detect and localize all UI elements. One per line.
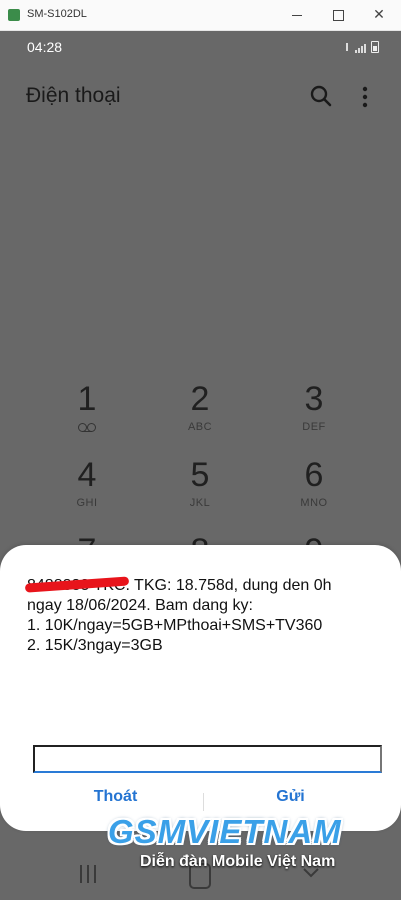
- minimize-button[interactable]: [280, 3, 314, 27]
- key-1[interactable]: 1: [32, 379, 142, 451]
- key-5[interactable]: 5 JKL: [145, 455, 255, 527]
- key-letters: JKL: [189, 497, 211, 509]
- dialog-message: 8488888 TKC. TKG: 18.758d, dung den 0h n…: [27, 576, 382, 656]
- key-number: 2: [190, 380, 210, 418]
- app-title: Điện thoại: [26, 84, 121, 107]
- voicemail-icon: [78, 423, 96, 432]
- key-number: 5: [190, 456, 210, 494]
- redacted-number: 8488888 TKC: [27, 577, 126, 594]
- app-icon: [8, 9, 20, 21]
- battery-icon: [371, 41, 379, 53]
- ussd-dialog: 8488888 TKC. TKG: 18.758d, dung den 0h n…: [0, 545, 401, 831]
- signal-icon: [355, 44, 366, 53]
- watermark-tagline: Diễn đàn Mobile Việt Nam: [140, 853, 336, 870]
- key-letters: MNO: [300, 497, 328, 509]
- key-letters: GHI: [76, 497, 98, 509]
- key-number: 6: [304, 456, 324, 494]
- message-line-2: ngay 18/06/2024. Bam dang ky:: [27, 597, 253, 614]
- key-6[interactable]: 6 MNO: [259, 455, 369, 527]
- window-title-bar: SM-S102DL ✕: [0, 0, 401, 31]
- key-number: 1: [77, 380, 97, 418]
- close-button[interactable]: ✕: [362, 3, 396, 27]
- message-line-4: 2. 15K/3ngay=3GB: [27, 637, 163, 654]
- key-3[interactable]: 3 DEF: [259, 379, 369, 451]
- send-button[interactable]: Gửi: [203, 777, 378, 817]
- key-number: 4: [77, 456, 97, 494]
- phone-screen: 04:28 Điện thoại 1 2 ABC 3 DEF 4 GHI 5 J…: [0, 31, 401, 900]
- reply-input[interactable]: [33, 745, 382, 773]
- message-line-3: 1. 10K/ngay=5GB+MPthoai+SMS+TV360: [27, 617, 323, 634]
- key-letters: DEF: [302, 421, 326, 433]
- message-line-1: 8488888 TKC. TKG: 18.758d, dung den 0h: [27, 576, 382, 596]
- vibrate-icon: [344, 43, 350, 53]
- window-title: SM-S102DL: [27, 8, 87, 20]
- recent-apps-icon[interactable]: [78, 865, 98, 883]
- search-icon[interactable]: [308, 83, 334, 109]
- status-icons: [344, 41, 379, 53]
- watermark: GSMVIETNAM Diễn đàn Mobile Việt Nam: [108, 813, 393, 873]
- more-options-icon[interactable]: [355, 84, 375, 110]
- message-line-1-text: . TKG: 18.758d, dung den 0h: [125, 577, 332, 594]
- key-letters: ABC: [187, 421, 213, 433]
- maximize-button[interactable]: [321, 3, 355, 27]
- key-number: 3: [304, 380, 324, 418]
- key-4[interactable]: 4 GHI: [32, 455, 142, 527]
- cancel-button[interactable]: Thoát: [28, 777, 203, 817]
- status-bar: 04:28: [0, 31, 401, 61]
- watermark-brand: GSMVIETNAM: [108, 813, 342, 850]
- key-2[interactable]: 2 ABC: [145, 379, 255, 451]
- status-time: 04:28: [27, 39, 63, 55]
